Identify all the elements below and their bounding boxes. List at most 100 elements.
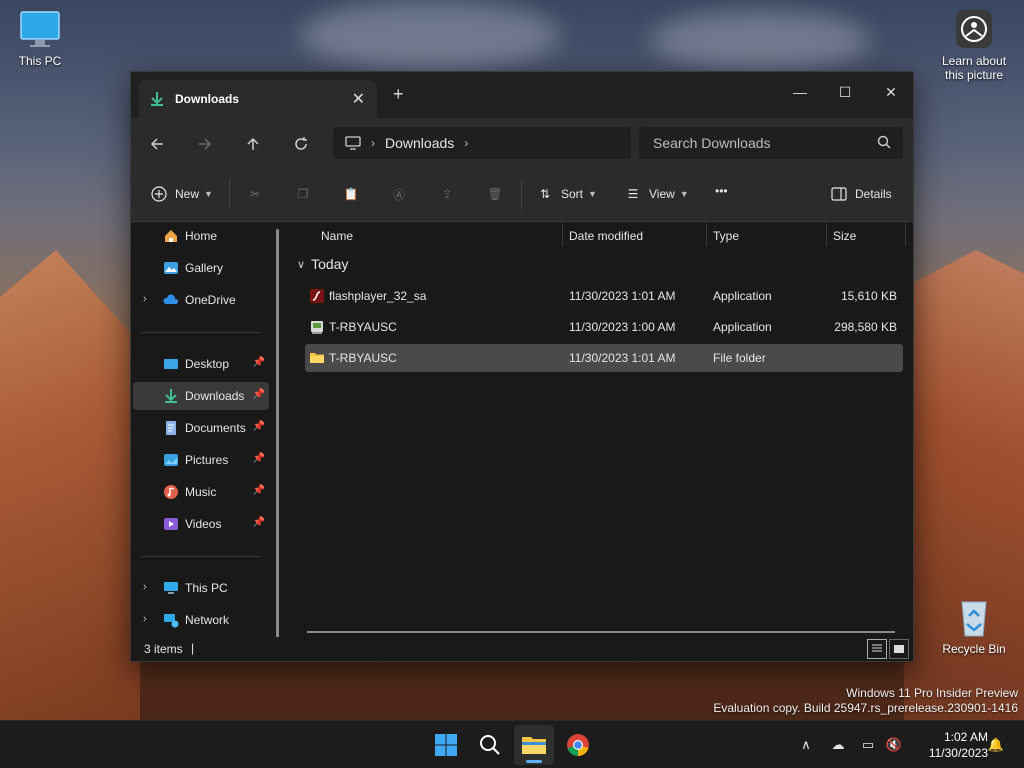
sort-button[interactable]: ⇅ Sort ▼: [535, 184, 597, 204]
navigation-pane: Home Gallery › OneDrive Desktop 📌 Downlo…: [131, 222, 281, 639]
breadcrumb-downloads[interactable]: Downloads: [385, 135, 454, 151]
sidebar-item-documents[interactable]: Documents 📌: [133, 414, 269, 442]
tab-downloads[interactable]: Downloads ✕: [139, 80, 377, 118]
new-button[interactable]: New ▼: [149, 184, 213, 204]
volume-muted-icon[interactable]: 🔇: [884, 735, 904, 755]
pin-icon[interactable]: 📌: [253, 389, 265, 400]
show-hidden-icons-button[interactable]: ∧: [796, 735, 816, 755]
maximize-button[interactable]: ☐: [822, 78, 868, 106]
tab-title: Downloads: [175, 92, 240, 106]
sidebar-item-home[interactable]: Home: [133, 222, 269, 250]
watermark-line-2: Evaluation copy. Build 25947.rs_prerelea…: [713, 701, 1018, 715]
up-button[interactable]: [241, 132, 265, 156]
table-row[interactable]: T-RBYAUSC 11/30/2023 1:00 AM Application…: [305, 313, 903, 341]
taskbar: ∧ ☁ ▭ 🔇 1:02 AM 11/30/2023 🔔: [0, 720, 1024, 768]
file-type: Application: [713, 320, 772, 334]
horizontal-scrollbar[interactable]: [307, 631, 895, 633]
download-icon: [151, 92, 163, 106]
start-button[interactable]: [426, 725, 466, 765]
pin-icon[interactable]: 📌: [253, 453, 265, 464]
details-button[interactable]: Details: [829, 184, 892, 204]
tiles-view-button[interactable]: [889, 639, 909, 659]
chrome-taskbar-button[interactable]: [558, 725, 598, 765]
sidebar-item-label: Downloads: [185, 389, 245, 403]
more-options-button[interactable]: •••: [715, 184, 728, 198]
share-button[interactable]: ⇪: [437, 184, 463, 204]
sidebar-item-music[interactable]: Music 📌: [133, 478, 269, 506]
column-divider[interactable]: [826, 222, 827, 246]
chevron-down-icon: ∨: [297, 258, 306, 271]
watermark-line-1: Windows 11 Pro Insider Preview: [846, 686, 1018, 700]
column-divider[interactable]: [562, 222, 563, 246]
forward-button[interactable]: [193, 132, 217, 156]
close-tab-icon[interactable]: ✕: [352, 89, 365, 109]
copy-button[interactable]: ❐: [293, 184, 319, 204]
back-button[interactable]: [145, 132, 169, 156]
sidebar-item-label: Home: [185, 229, 218, 243]
column-header-type[interactable]: Type: [713, 222, 739, 250]
rename-button[interactable]: Ⓐ: [389, 184, 415, 204]
group-header-today[interactable]: ∨ Today: [297, 256, 348, 272]
pin-icon[interactable]: 📌: [253, 485, 265, 496]
notification-bell-icon[interactable]: 🔔: [986, 735, 1006, 755]
cut-button[interactable]: ✂: [245, 184, 271, 204]
sidebar-item-videos[interactable]: Videos 📌: [133, 510, 269, 538]
table-row[interactable]: flashplayer_32_sa 11/30/2023 1:01 AM App…: [305, 282, 903, 310]
network-icon: [164, 614, 179, 628]
sidebar-item-label: Videos: [185, 517, 222, 531]
sidebar-item-desktop[interactable]: Desktop 📌: [133, 350, 269, 378]
column-divider[interactable]: [706, 222, 707, 246]
column-header-name[interactable]: Name: [321, 222, 353, 250]
share-icon: ⇪: [441, 187, 453, 201]
item-count: 3 items: [144, 642, 183, 656]
table-row[interactable]: T-RBYAUSC 11/30/2023 1:01 AM File folder: [305, 344, 903, 372]
column-header-date[interactable]: Date modified: [569, 222, 643, 250]
details-view-button[interactable]: [867, 639, 887, 659]
gallery-icon: [164, 262, 178, 274]
close-window-button[interactable]: ✕: [868, 78, 914, 106]
paste-button[interactable]: 📋: [341, 184, 367, 204]
view-button[interactable]: ☰ View ▼: [623, 184, 689, 204]
pin-icon[interactable]: 📌: [253, 517, 265, 528]
desktop-icon-recycle-bin[interactable]: Recycle Bin: [934, 598, 1014, 656]
delete-button[interactable]: 🗑: [485, 184, 511, 204]
clock[interactable]: 1:02 AM 11/30/2023: [929, 729, 988, 761]
cloud-offline-icon[interactable]: ☁: [828, 735, 848, 755]
search-icon: [877, 135, 891, 149]
file-date: 11/30/2023 1:01 AM: [569, 351, 676, 365]
desktop-icon-this-pc[interactable]: This PC: [0, 10, 80, 68]
sidebar-item-onedrive[interactable]: › OneDrive: [133, 286, 269, 314]
chevron-right-icon[interactable]: ›: [143, 613, 147, 625]
navigation-bar: › Downloads › Search Downloads: [131, 118, 913, 168]
scissors-icon: ✂: [249, 187, 261, 201]
sidebar-item-pictures[interactable]: Pictures 📌: [133, 446, 269, 474]
sidebar-item-gallery[interactable]: Gallery: [133, 254, 269, 282]
chevron-right-icon[interactable]: ›: [371, 136, 375, 150]
new-tab-button[interactable]: +: [393, 84, 404, 105]
sidebar-item-label: Music: [185, 485, 217, 499]
sidebar-item-downloads[interactable]: Downloads 📌: [133, 382, 269, 410]
cloud: [650, 10, 870, 70]
minimize-button[interactable]: —: [777, 78, 823, 106]
search-input[interactable]: Search Downloads: [639, 127, 903, 159]
column-divider[interactable]: [905, 222, 906, 246]
network-icon[interactable]: ▭: [858, 735, 878, 755]
refresh-button[interactable]: [289, 132, 313, 156]
sidebar-item-network[interactable]: › Network: [133, 606, 269, 634]
search-button[interactable]: [470, 725, 510, 765]
pin-icon[interactable]: 📌: [253, 357, 265, 368]
chevron-right-icon[interactable]: ›: [143, 581, 147, 593]
clock-time: 1:02 AM: [943, 730, 988, 744]
pin-icon[interactable]: 📌: [253, 421, 265, 432]
sidebar-scrollbar[interactable]: [276, 229, 279, 649]
sidebar-item-this-pc[interactable]: › This PC: [133, 574, 269, 602]
chevron-right-icon[interactable]: ›: [464, 136, 468, 150]
column-header-size[interactable]: Size: [833, 222, 856, 250]
view-lines-icon: ☰: [627, 187, 639, 201]
view-label: View: [649, 187, 675, 201]
file-explorer-taskbar-button[interactable]: [514, 725, 554, 765]
desktop-icon-learn-about-picture[interactable]: Learn about this picture: [934, 10, 1014, 82]
details-label: Details: [855, 187, 892, 201]
address-bar[interactable]: › Downloads ›: [333, 127, 631, 159]
chevron-right-icon[interactable]: ›: [143, 293, 147, 305]
